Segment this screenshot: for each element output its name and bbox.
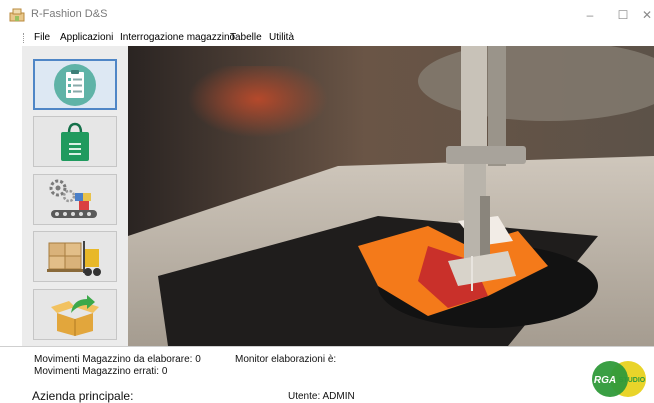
checklist-icon [54, 63, 96, 106]
conveyor-gears-icon [49, 179, 97, 218]
hero-image [128, 46, 654, 346]
menu-bar: File Applicazioni Interrogazione magazzi… [0, 30, 654, 46]
sewing-machine-image [128, 46, 654, 346]
logo-right-text: STUDIO [619, 377, 646, 384]
status-monitor-elaborazioni: Monitor elaborazioni è: [235, 354, 337, 365]
menu-tabelle[interactable]: Tabelle [230, 32, 262, 44]
status-movimenti-errati: Movimenti Magazzino errati: 0 [34, 366, 168, 377]
tile-warehouse[interactable] [33, 231, 117, 282]
shopping-bag-icon [61, 122, 89, 161]
menu-grip [23, 33, 25, 43]
rga-studio-logo: RGA STUDIO [592, 361, 646, 397]
tile-shopping-bag[interactable] [33, 116, 117, 167]
tile-checklist[interactable] [33, 59, 117, 110]
open-box-arrow-icon [51, 294, 99, 336]
window-title: R-Fashion D&S [31, 8, 108, 20]
status-area: Movimenti Magazzino da elaborare: 0 Movi… [0, 346, 654, 403]
menu-file[interactable]: File [34, 32, 50, 44]
status-utente: Utente: ADMIN [288, 391, 355, 402]
sidebar [22, 46, 129, 346]
title-bar: R-Fashion D&S – ☐ ✕ [0, 0, 654, 30]
status-azienda-principale: Azienda principale: [32, 389, 134, 403]
minimize-button[interactable]: – [579, 7, 601, 23]
menu-applicazioni[interactable]: Applicazioni [60, 32, 113, 44]
maximize-button[interactable]: ☐ [612, 7, 634, 23]
close-button[interactable]: ✕ [640, 7, 654, 23]
tile-production[interactable] [33, 174, 117, 225]
menu-utilita[interactable]: Utilità [269, 32, 294, 44]
logo-left-text: RGA [594, 375, 616, 386]
forklift-icon [47, 240, 101, 276]
tile-receipt[interactable] [33, 289, 117, 340]
status-movimenti-da-elaborare: Movimenti Magazzino da elaborare: 0 [34, 354, 201, 365]
app-icon [9, 8, 25, 22]
menu-interrogazione-magazzino[interactable]: Interrogazione magazzino [120, 32, 235, 44]
